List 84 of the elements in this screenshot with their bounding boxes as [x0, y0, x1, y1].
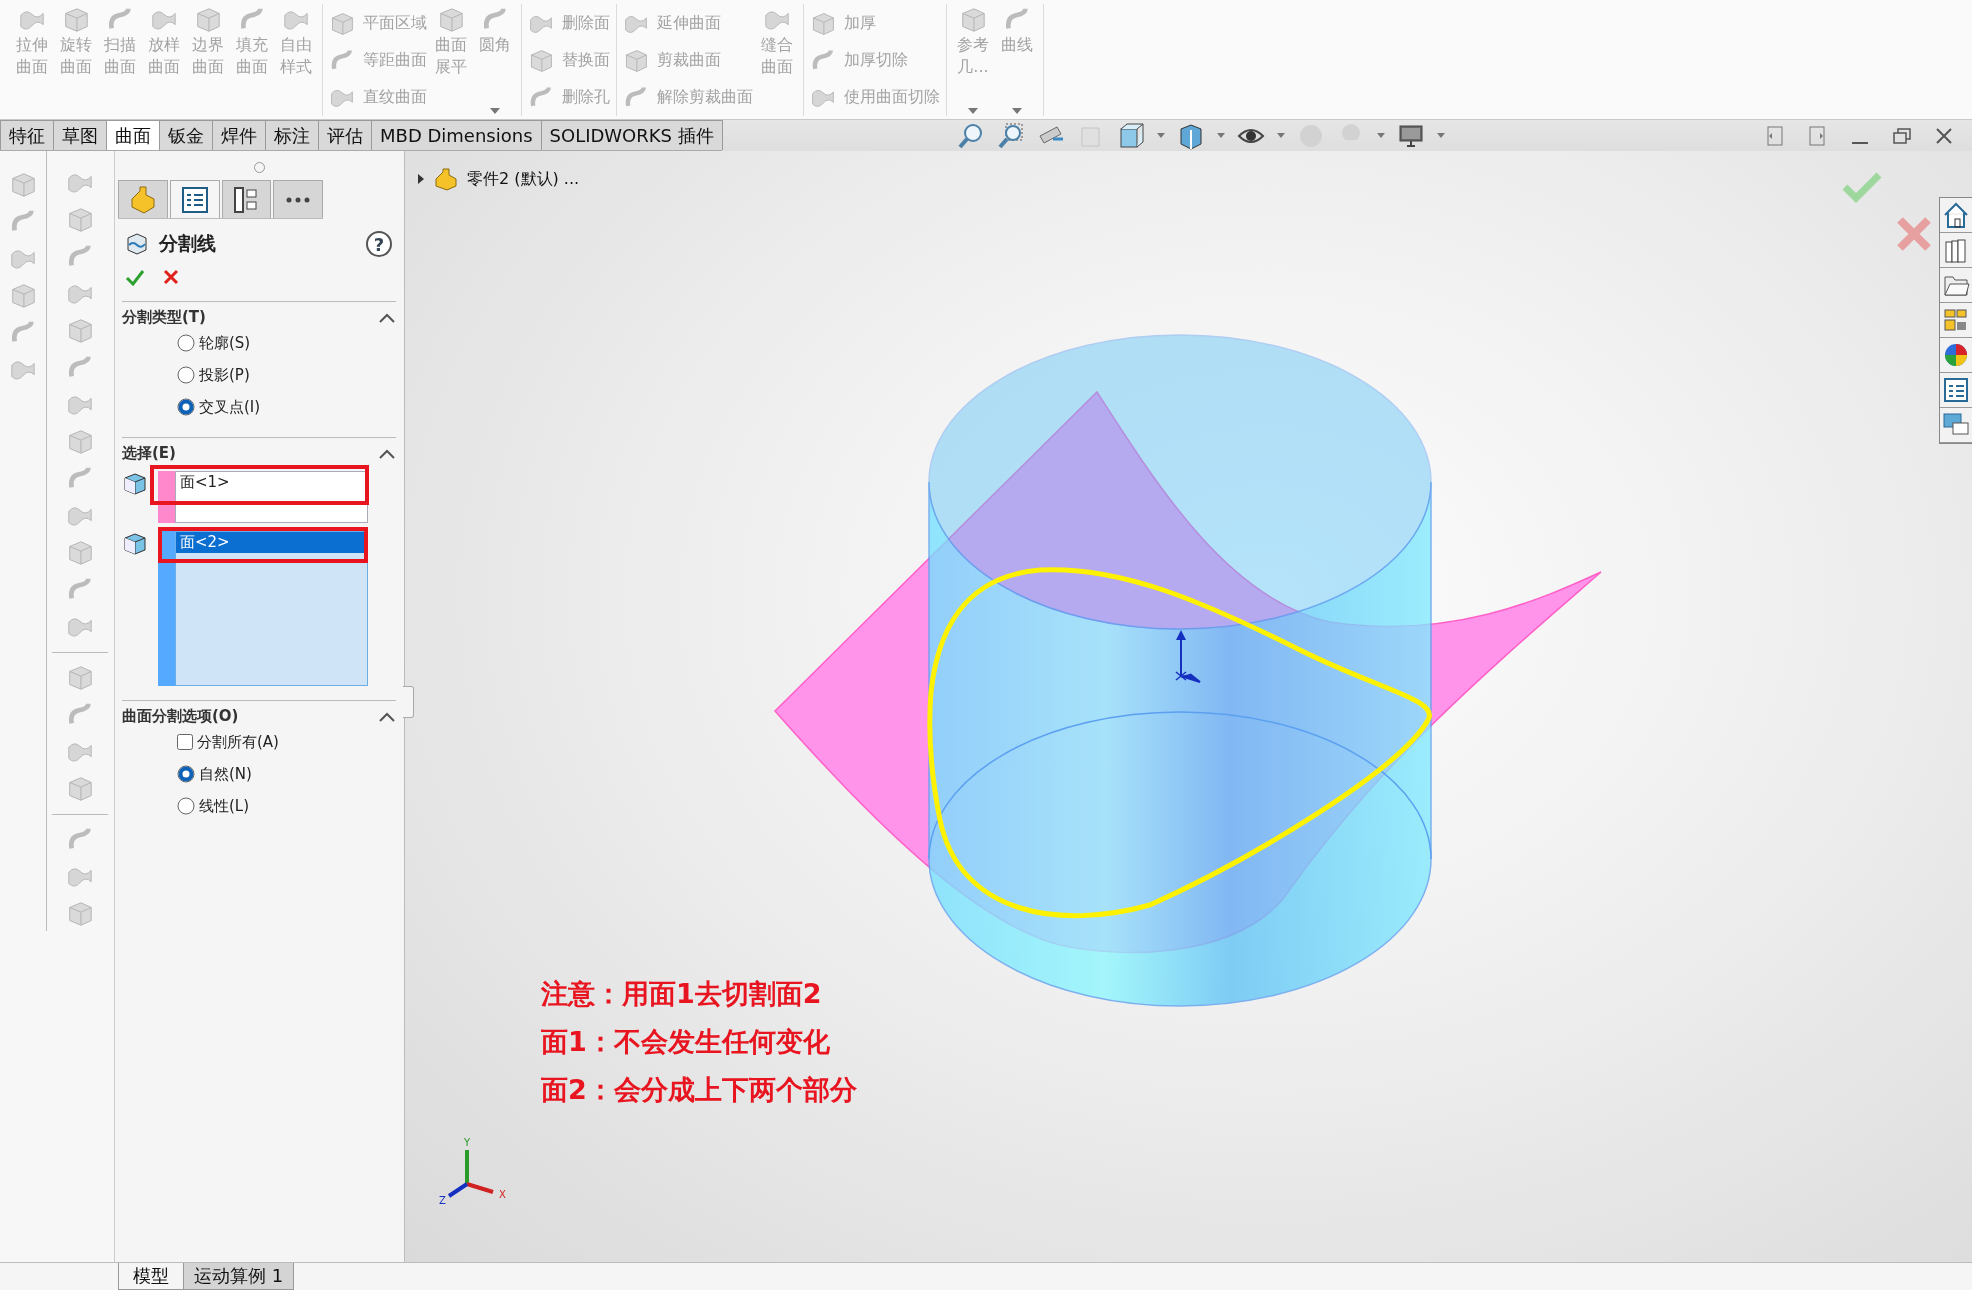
cross-icon[interactable] [163, 269, 179, 285]
list-icon [179, 184, 210, 215]
command-tab[interactable]: MBD Dimensions [371, 120, 542, 150]
caret-icon[interactable] [1276, 133, 1285, 138]
command-tab[interactable]: SOLIDWORKS 插件 [540, 120, 723, 150]
tree-item[interactable]: 零件2 (默认) ... [467, 168, 580, 190]
command-tab[interactable]: 标注 [265, 120, 319, 150]
box-icon [66, 206, 95, 234]
caret-icon[interactable] [1436, 133, 1445, 138]
box-icon [66, 664, 95, 692]
option-label: 交叉点(I) [199, 397, 261, 417]
option-label: 自然(N) [199, 764, 252, 784]
command-tab[interactable]: 焊件 [212, 120, 266, 150]
box-icon [437, 6, 465, 34]
option-label: 分割所有(A) [197, 732, 279, 752]
zoom-fit-icon[interactable] [956, 121, 985, 150]
command-tab[interactable]: 钣金 [159, 120, 213, 150]
expand-icon[interactable] [417, 173, 425, 185]
box-icon [66, 539, 95, 567]
command-tab[interactable]: 特征 [0, 120, 54, 150]
box-icon [810, 10, 836, 37]
box-icon [62, 6, 90, 34]
close-icon[interactable] [1934, 125, 1954, 146]
panel-right-icon[interactable] [1808, 125, 1828, 146]
bottom-tab[interactable]: 运动算例 1 [183, 1263, 295, 1290]
command-tab[interactable]: 评估 [318, 120, 372, 150]
box-icon [66, 775, 95, 803]
zoom-area-icon[interactable] [996, 121, 1025, 150]
radio-button[interactable] [177, 765, 195, 783]
chevron-icon[interactable] [378, 447, 396, 460]
selection-list[interactable]: 面<1> [175, 471, 368, 523]
option-label: 线性(L) [199, 796, 250, 816]
box-icon [623, 47, 649, 74]
caret-icon[interactable] [1216, 133, 1225, 138]
checkbox[interactable] [177, 734, 193, 750]
annotation-text: 面1：不会发生任何变化 [541, 1025, 831, 1059]
split-line-icon [125, 232, 149, 256]
panel-left-icon[interactable] [1766, 125, 1786, 146]
axis-label: Y [464, 1137, 471, 1148]
selection-item[interactable]: 面<1> [176, 472, 367, 493]
restore-icon[interactable] [1892, 125, 1912, 146]
axis-label: Z [439, 1195, 446, 1206]
face-icon [122, 471, 148, 497]
selection-item[interactable]: 面<2> [176, 532, 367, 553]
box-icon [66, 317, 95, 345]
help-button[interactable]: ? [366, 231, 392, 257]
section-title: 曲面分割选项(O) [122, 707, 239, 726]
check-icon[interactable] [1842, 171, 1882, 203]
command-tab[interactable]: 草图 [53, 120, 107, 150]
chevron-icon[interactable] [378, 710, 396, 723]
axis-triad-icon [447, 1150, 494, 1198]
section-title: 分割类型(T) [122, 308, 206, 327]
box-icon [329, 10, 355, 37]
panel-tab[interactable] [169, 180, 220, 218]
caret-icon[interactable] [1156, 133, 1165, 138]
section-title: 选择(E) [122, 444, 176, 463]
bottom-tab[interactable]: 模型 [118, 1263, 184, 1290]
panel-title: 分割线 [159, 231, 216, 256]
check-icon[interactable] [125, 269, 145, 287]
radio-button[interactable] [177, 797, 195, 815]
part-icon [433, 167, 459, 191]
annotation-text: 面2：会分成上下两个部分 [541, 1073, 857, 1107]
face-icon [122, 531, 148, 557]
panel-tab[interactable] [273, 180, 323, 218]
origin-icon [1175, 630, 1201, 683]
box-icon [66, 900, 95, 928]
radio-button[interactable] [177, 334, 195, 352]
box-icon [528, 47, 554, 74]
radio-button[interactable] [177, 398, 195, 416]
command-tab[interactable]: 曲面 [106, 120, 160, 150]
option-label: 轮廓(S) [199, 333, 251, 353]
selection-list[interactable]: 面<2> [175, 531, 368, 686]
box-icon [959, 6, 987, 34]
resize-handle[interactable] [403, 686, 414, 718]
box-icon [66, 428, 95, 456]
axis-label: X [499, 1189, 506, 1200]
option-label: 投影(P) [199, 365, 250, 385]
panel-tab[interactable] [221, 180, 272, 218]
chevron-icon[interactable] [378, 311, 396, 324]
caret-icon[interactable] [1376, 133, 1385, 138]
radio-button[interactable] [177, 366, 195, 384]
annotation-text: 注意：用面1去切割面2 [541, 977, 823, 1011]
box-icon [194, 6, 222, 34]
more-icon [286, 196, 311, 203]
